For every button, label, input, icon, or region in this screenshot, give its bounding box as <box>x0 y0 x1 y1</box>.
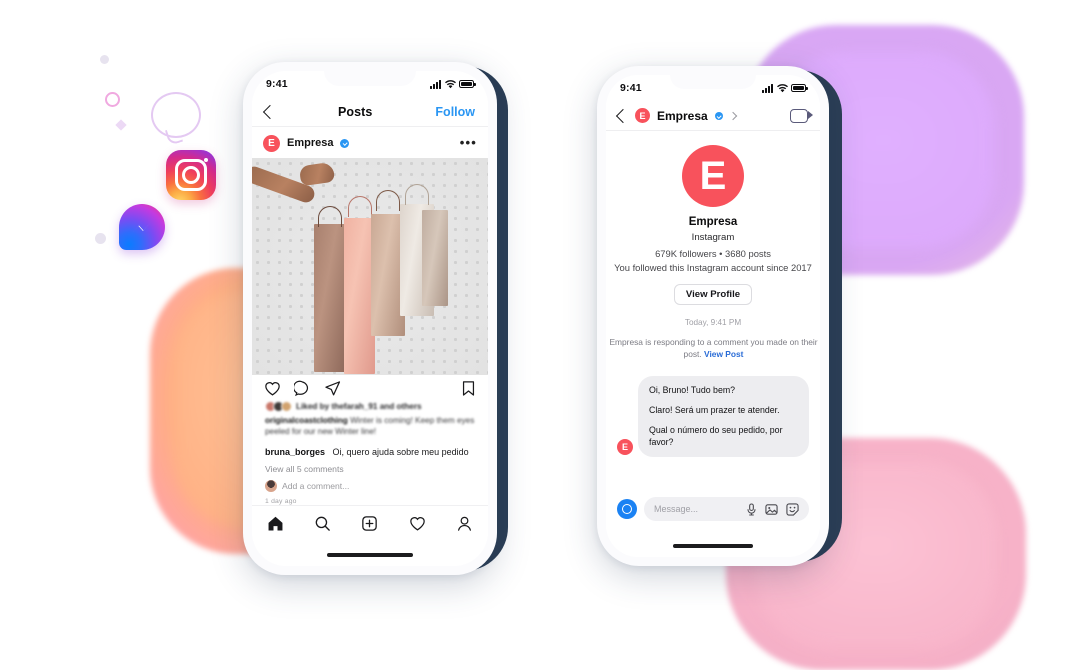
battery-icon <box>791 84 808 92</box>
instagram-logo <box>166 150 216 200</box>
message-input-bar: Message... <box>606 487 820 531</box>
notch <box>324 71 416 86</box>
profile-platform: Instagram <box>691 232 735 243</box>
comment-row: bruna_borges Oi, quero ajuda sobre meu p… <box>265 447 475 457</box>
phone-screen-messenger: 9:41 E Empresa E Empresa Instagram 679K … <box>606 75 820 557</box>
view-profile-button[interactable]: View Profile <box>673 284 753 305</box>
wifi-icon <box>444 79 456 88</box>
speech-bubble-icon <box>151 92 201 138</box>
conversation-title[interactable]: Empresa <box>657 109 708 123</box>
post-caption: originalcoastclothing Winter is coming! … <box>265 415 475 438</box>
message-bubble[interactable]: Oi, Bruno! Tudo bem? Claro! Será um praz… <box>638 375 809 457</box>
phone-body-messenger: 9:41 E Empresa E Empresa Instagram 679K … <box>597 66 829 566</box>
instagram-tabbar <box>252 505 488 540</box>
profile-icon[interactable] <box>456 515 473 532</box>
cellular-bars-icon <box>761 83 773 93</box>
cellular-bars-icon <box>429 79 441 89</box>
status-time: 9:41 <box>266 78 288 90</box>
share-icon <box>325 380 341 395</box>
add-comment-row[interactable]: Add a comment... <box>265 479 475 492</box>
follow-button[interactable]: Follow <box>435 105 475 119</box>
more-options-icon[interactable]: ••• <box>460 136 477 149</box>
message-placeholder[interactable]: Message... <box>654 504 738 514</box>
messenger-navbar: E Empresa <box>606 101 820 131</box>
verified-badge-icon <box>340 138 350 148</box>
home-icon[interactable] <box>267 515 284 532</box>
post-header: E Empresa ••• <box>252 128 488 158</box>
post-timestamp: 1 day ago <box>265 497 297 505</box>
conversation-body: E Empresa Instagram 679K followers • 368… <box>606 131 820 505</box>
add-post-icon[interactable] <box>361 515 378 532</box>
sticker-icon[interactable] <box>786 502 799 516</box>
post-actions <box>252 375 488 401</box>
post-username[interactable]: Empresa <box>287 137 333 149</box>
chevron-right-icon[interactable] <box>728 111 737 120</box>
profile-stats: 679K followers • 3680 posts <box>655 248 771 259</box>
avatar: E <box>617 438 633 455</box>
battery-icon <box>459 80 476 88</box>
search-icon[interactable] <box>314 515 331 532</box>
day-stamp: Today, 9:41 PM <box>684 318 742 327</box>
message-text: Qual o número do seu pedido, por favor? <box>649 425 783 447</box>
message-input[interactable]: Message... <box>644 497 809 521</box>
system-message: Empresa is responding to a comment you m… <box>606 337 820 361</box>
page-title: Posts <box>337 104 373 119</box>
comment-icon <box>294 380 309 396</box>
verified-badge-icon <box>714 111 723 120</box>
shopping-bags-photo <box>252 158 488 375</box>
liked-by-avatars <box>265 401 292 412</box>
view-all-comments-link[interactable]: View all 5 comments <box>265 464 475 474</box>
status-time: 9:41 <box>620 82 642 94</box>
decorative-ring <box>105 92 120 107</box>
view-post-link[interactable]: View Post <box>704 349 743 359</box>
microphone-icon[interactable] <box>746 502 757 516</box>
add-comment-placeholder[interactable]: Add a comment... <box>282 481 349 491</box>
avatar[interactable]: E <box>635 108 650 123</box>
activity-heart-icon[interactable] <box>409 515 426 532</box>
phone-screen-instagram: 9:41 Posts Follow E Empresa ••• Liked by… <box>252 71 488 566</box>
decorative-dot <box>100 55 109 64</box>
message-thread: E Oi, Bruno! Tudo bem? Claro! Será um pr… <box>606 375 820 457</box>
phone-body-instagram: 9:41 Posts Follow E Empresa ••• Liked by… <box>243 62 497 575</box>
heart-icon <box>265 381 280 396</box>
avatar[interactable]: E <box>263 134 280 152</box>
post-meta: Liked by thefarah_91 and others original… <box>265 401 475 505</box>
avatar[interactable]: E <box>682 145 744 207</box>
decorative-dot <box>95 233 106 244</box>
profile-follow-since: You followed this Instagram account sinc… <box>614 262 812 273</box>
image-icon[interactable] <box>765 503 778 516</box>
comment-text: Oi, quero ajuda sobre meu pedido <box>332 446 469 457</box>
bookmark-icon <box>462 380 475 396</box>
wifi-icon <box>776 83 788 92</box>
camera-icon[interactable] <box>617 499 637 519</box>
decorative-diamond <box>115 119 127 131</box>
liked-by-text: Liked by thefarah_91 and others <box>296 402 422 411</box>
caption-username[interactable]: originalcoastclothing <box>265 416 348 425</box>
home-indicator <box>327 553 413 557</box>
avatar <box>265 479 277 492</box>
video-call-icon[interactable] <box>790 108 813 123</box>
comment-username[interactable]: bruna_borges <box>265 447 325 457</box>
message-text: Claro! Será um prazer te atender. <box>649 405 780 416</box>
home-indicator <box>673 544 753 548</box>
profile-name: Empresa <box>688 216 738 228</box>
profile-card: E Empresa Instagram 679K followers • 368… <box>606 131 820 305</box>
chevron-left-icon[interactable] <box>615 108 631 123</box>
messenger-logo <box>119 204 165 250</box>
notch <box>670 75 756 89</box>
instagram-navbar: Posts Follow <box>252 97 488 127</box>
message-text: Oi, Bruno! Tudo bem? <box>649 384 736 395</box>
scene-canvas: 9:41 Posts Follow E Empresa ••• Liked by… <box>0 0 1080 670</box>
